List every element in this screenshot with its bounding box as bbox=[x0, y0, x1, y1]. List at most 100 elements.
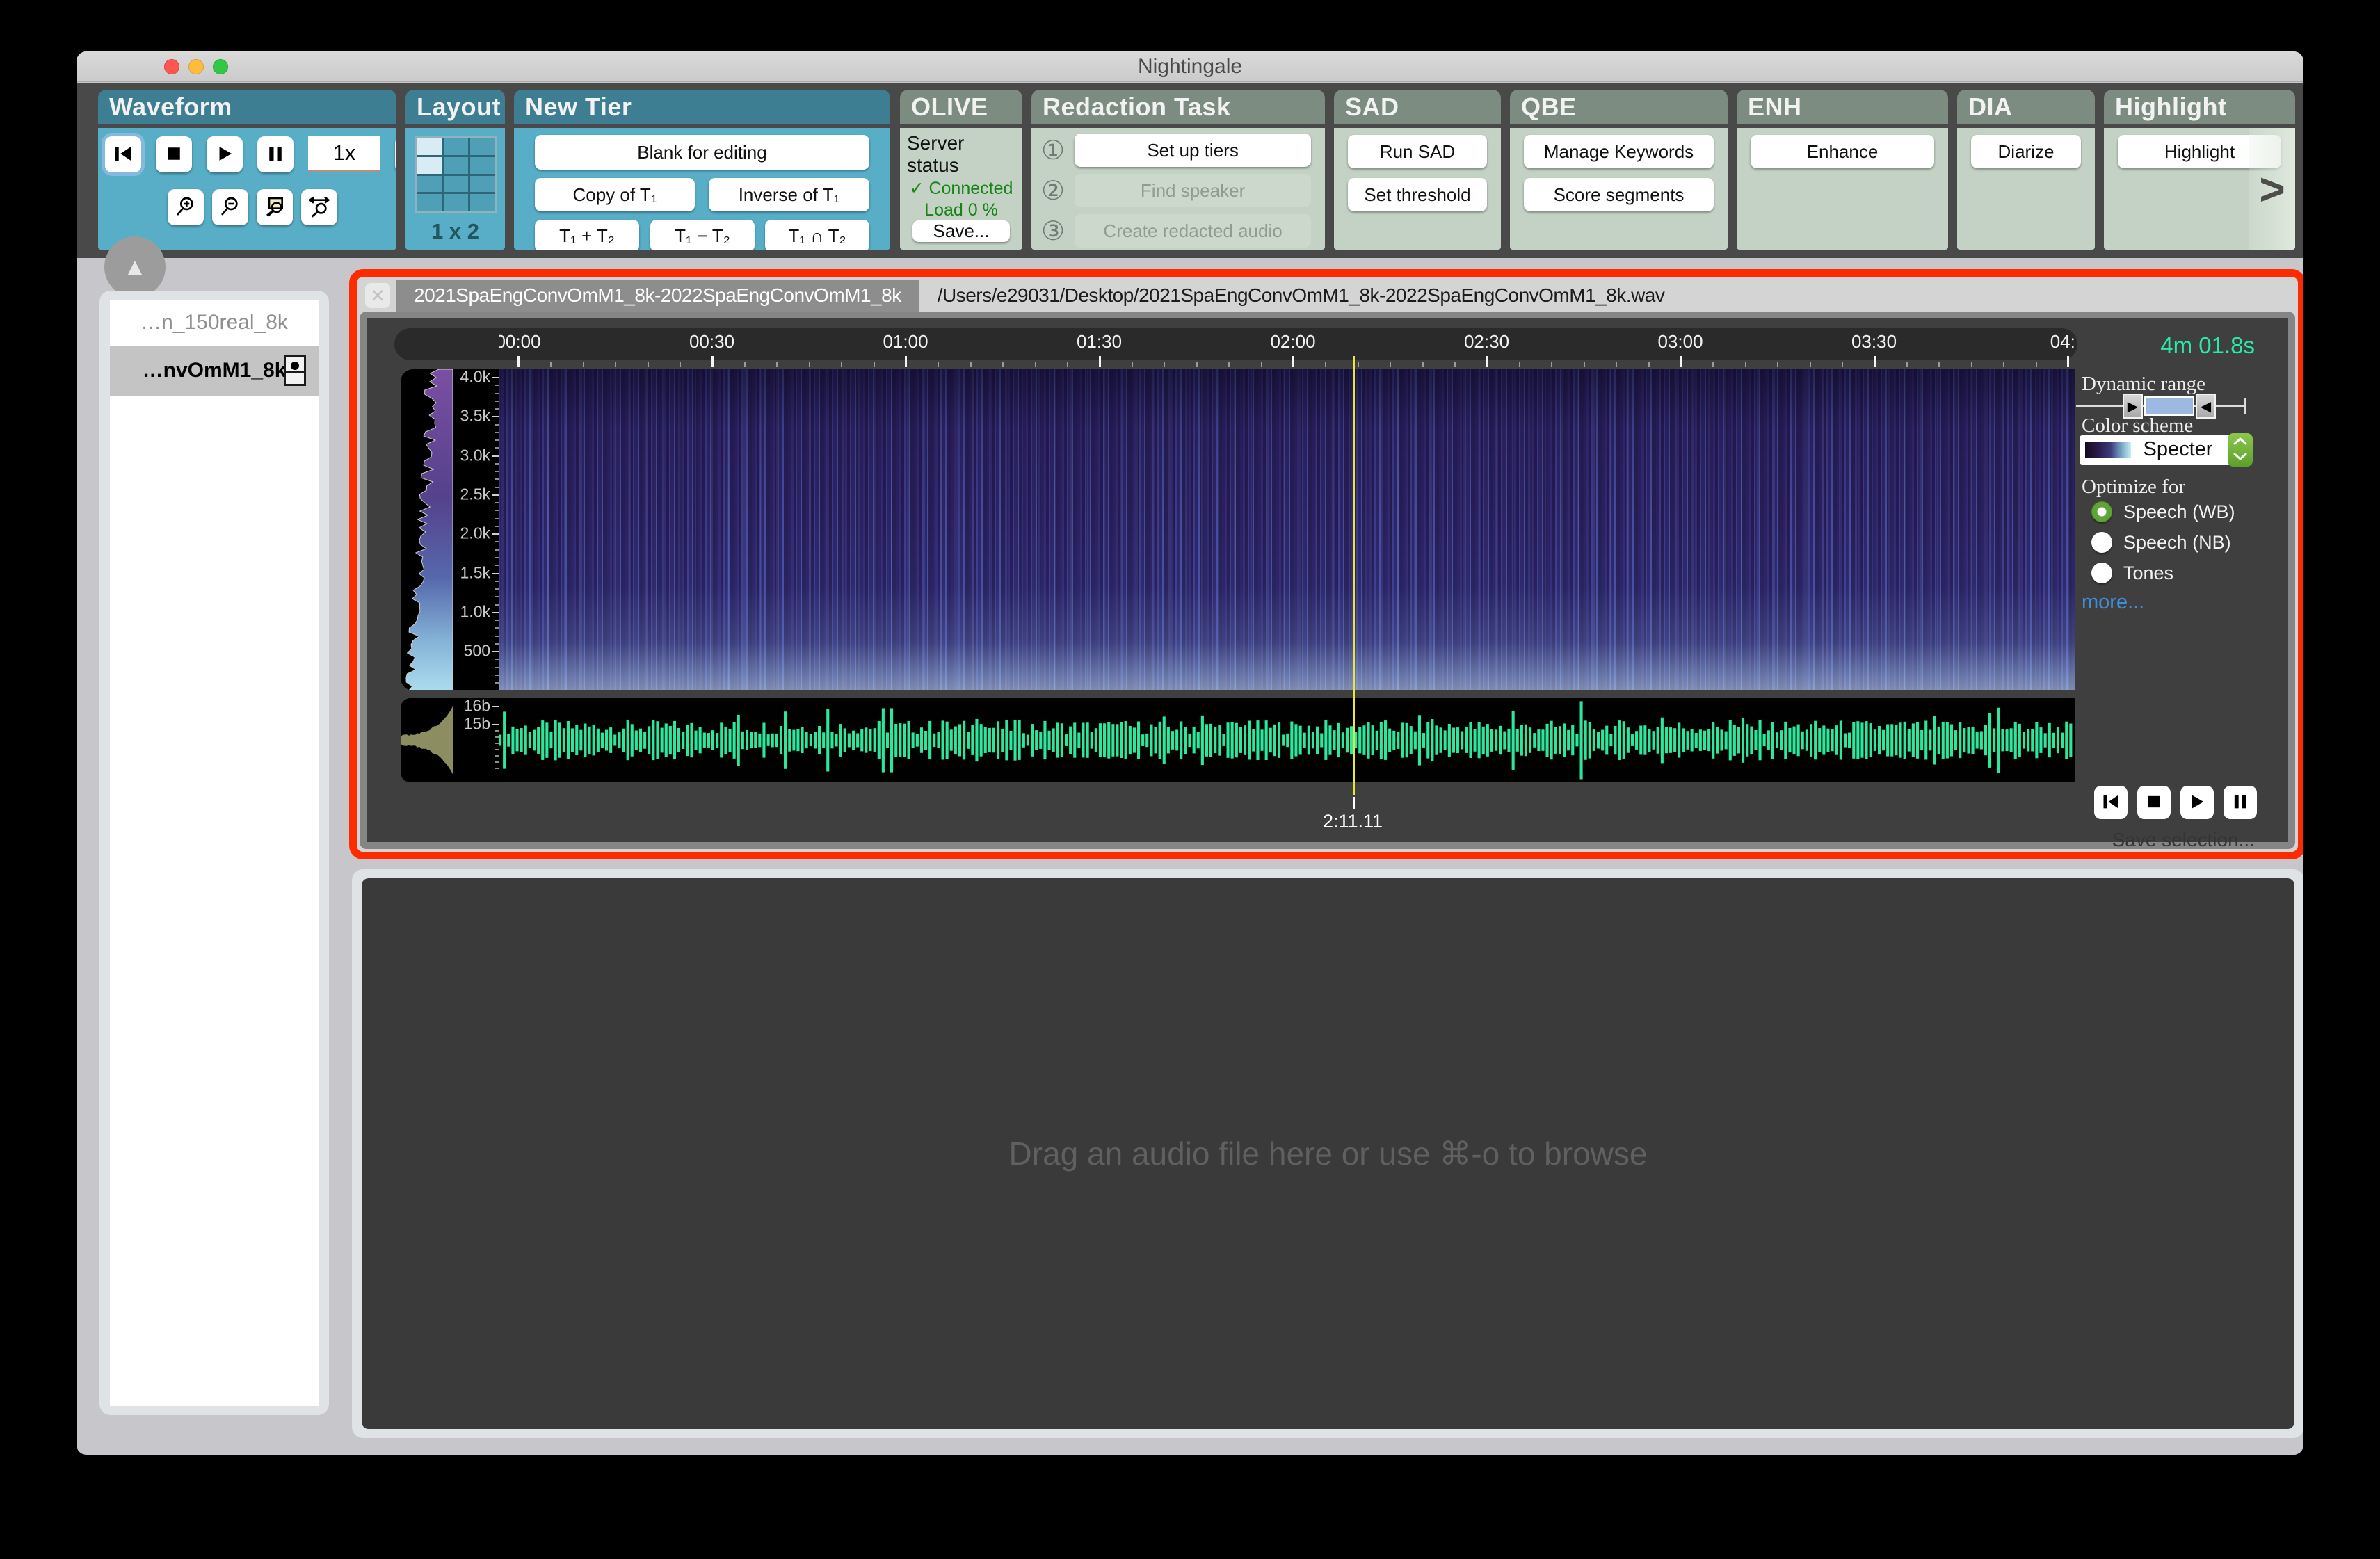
triangle-right-icon: ▶ bbox=[2128, 398, 2138, 415]
minor-tick bbox=[776, 362, 778, 367]
file-list-item[interactable]: …nvOmM1_8k bbox=[110, 346, 319, 396]
file-list-item[interactable]: …n_150real_8k bbox=[110, 300, 319, 346]
audio-viewer: 00:0000:3001:0001:3002:0002:3003:0003:30… bbox=[360, 312, 2295, 849]
major-tick bbox=[492, 651, 499, 652]
layout-grid-cell bbox=[444, 194, 468, 211]
time-tick-label: 03:00 bbox=[1657, 331, 1703, 353]
enhance-button[interactable]: Enhance bbox=[1751, 135, 1934, 168]
t1-plus-t2-button[interactable]: T₁ + T₂ bbox=[535, 220, 639, 250]
minor-tick bbox=[1164, 362, 1165, 367]
tab-close-button[interactable]: ✕ bbox=[365, 283, 390, 308]
panel-olive-title: OLIVE bbox=[900, 90, 1022, 124]
major-tick bbox=[492, 706, 499, 707]
blank-for-editing-button[interactable]: Blank for editing bbox=[535, 135, 869, 170]
radio-option-label: Tones bbox=[2123, 563, 2173, 584]
panel-highlight: Highlight Highlight > bbox=[2104, 90, 2295, 250]
panel-dia: DIA Diarize bbox=[1957, 90, 2095, 250]
zoom-selection-button[interactable] bbox=[257, 189, 293, 225]
inverse-of-t1-button[interactable]: Inverse of T₁ bbox=[709, 178, 869, 211]
run-sad-button[interactable]: Run SAD bbox=[1348, 135, 1487, 168]
playhead-cursor[interactable] bbox=[1353, 356, 1355, 795]
bit-depth-scale[interactable]: 16b15b bbox=[453, 698, 499, 782]
radio-option-speech-wb[interactable]: Speech (WB) bbox=[2091, 496, 2235, 527]
t1-intersect-t2-button[interactable]: T₁ ∩ T₂ bbox=[765, 220, 869, 250]
radio-icon bbox=[2091, 532, 2112, 553]
t1-minus-t2-button[interactable]: T₁ − T₂ bbox=[650, 220, 755, 250]
zoom-in-icon bbox=[175, 195, 197, 220]
play-button[interactable] bbox=[207, 136, 243, 172]
stop-button[interactable] bbox=[156, 136, 192, 172]
viewer-go-to-start-button[interactable] bbox=[2094, 786, 2128, 819]
waveform[interactable] bbox=[499, 698, 2075, 782]
set-threshold-button[interactable]: Set threshold bbox=[1348, 178, 1487, 211]
freq-tick-label: 2.5k bbox=[460, 485, 490, 503]
minor-tick bbox=[680, 362, 681, 367]
minor-tick bbox=[744, 362, 746, 367]
time-scale[interactable]: 00:0000:3001:0001:3002:0002:3003:0003:30… bbox=[499, 331, 2075, 369]
window-title: Nightingale bbox=[77, 55, 2303, 79]
audio-tab[interactable]: 2021SpaEngConvOmM1_8k-2022SpaEngConvOmM1… bbox=[396, 280, 919, 312]
viewer-play-button[interactable] bbox=[2180, 786, 2214, 819]
score-segments-button[interactable]: Score segments bbox=[1524, 178, 1714, 211]
major-tick bbox=[711, 356, 714, 367]
time-tick-label: 02:30 bbox=[1464, 331, 1509, 353]
zoom-in-button[interactable] bbox=[168, 189, 204, 225]
zoom-out-button[interactable] bbox=[212, 189, 248, 225]
layout-grid-cell bbox=[470, 157, 495, 174]
minor-tick bbox=[583, 362, 584, 367]
select-stepper-button[interactable] bbox=[2228, 433, 2253, 467]
skip-start-icon bbox=[113, 143, 134, 166]
spectrogram[interactable] bbox=[499, 369, 2075, 690]
minor-tick bbox=[1035, 362, 1036, 367]
minor-tick bbox=[809, 362, 810, 367]
time-tick-label: 01:30 bbox=[1077, 331, 1122, 353]
freq-tick-label: 3.5k bbox=[460, 407, 490, 426]
color-scheme-select[interactable]: Specter bbox=[2080, 435, 2251, 465]
pause-icon bbox=[2230, 792, 2250, 814]
save-button[interactable]: Save... bbox=[912, 220, 1010, 242]
viewer-pause-button[interactable] bbox=[2224, 786, 2257, 819]
range-fill[interactable] bbox=[2144, 396, 2194, 416]
bit-tick-label: 16b bbox=[464, 697, 490, 716]
radio-option-tones[interactable]: Tones bbox=[2091, 558, 2235, 588]
time-tick-label: 04:0 bbox=[2050, 331, 2075, 353]
go-to-start-button[interactable] bbox=[105, 136, 141, 172]
stop-icon bbox=[163, 143, 184, 166]
zoom-fit-width-button[interactable] bbox=[301, 189, 337, 225]
pause-icon bbox=[265, 143, 286, 166]
radio-option-speech-nb[interactable]: Speech (NB) bbox=[2091, 527, 2235, 558]
major-tick bbox=[1292, 356, 1294, 367]
minor-tick bbox=[1551, 362, 1552, 367]
minor-tick bbox=[2003, 362, 2004, 367]
diarize-button[interactable]: Diarize bbox=[1971, 135, 2081, 168]
minor-tick bbox=[1454, 362, 1456, 367]
freq-tick-label: 4.0k bbox=[460, 368, 490, 387]
scroll-up-button[interactable]: ▲ bbox=[104, 236, 166, 298]
fit-vertical-button[interactable] bbox=[395, 136, 396, 172]
viewer-stop-button[interactable] bbox=[2137, 786, 2171, 819]
app-window: Nightingale Waveform 1x bbox=[77, 51, 2303, 1455]
panel-layout-title: Layout bbox=[405, 90, 505, 124]
manage-keywords-button[interactable]: Manage Keywords bbox=[1524, 135, 1714, 168]
audio-dropzone[interactable]: Drag an audio file here or use ⌘-o to br… bbox=[362, 878, 2294, 1429]
freq-tick-label: 2.0k bbox=[460, 524, 490, 543]
more-link[interactable]: more... bbox=[2082, 591, 2144, 614]
toolbar-expand-button[interactable]: > bbox=[2249, 128, 2295, 250]
dropzone-hint: Drag an audio file here or use ⌘-o to br… bbox=[1009, 1135, 1648, 1172]
minor-tick bbox=[615, 362, 616, 367]
minor-tick bbox=[1842, 362, 1843, 367]
step-1-number: ① bbox=[1041, 135, 1065, 166]
panel-sad-title: SAD bbox=[1334, 90, 1501, 124]
server-connected-status: ✓ Connected bbox=[910, 178, 1013, 199]
frequency-scale[interactable]: 4.0k3.5k3.0k2.5k2.0k1.5k1.0k500 bbox=[453, 369, 499, 690]
playback-speed-input[interactable]: 1x bbox=[308, 136, 380, 172]
color-scheme-swatch bbox=[2085, 442, 2131, 458]
range-max-handle[interactable]: ◀ bbox=[2196, 394, 2216, 419]
set-up-tiers-button[interactable]: Set up tiers bbox=[1075, 134, 1311, 167]
minor-tick bbox=[1616, 362, 1617, 367]
pause-button[interactable] bbox=[257, 136, 294, 172]
copy-of-t1-button[interactable]: Copy of T₁ bbox=[535, 178, 695, 211]
minor-tick bbox=[938, 362, 939, 367]
layout-grid-picker[interactable] bbox=[415, 136, 497, 213]
minor-tick bbox=[1422, 362, 1424, 367]
